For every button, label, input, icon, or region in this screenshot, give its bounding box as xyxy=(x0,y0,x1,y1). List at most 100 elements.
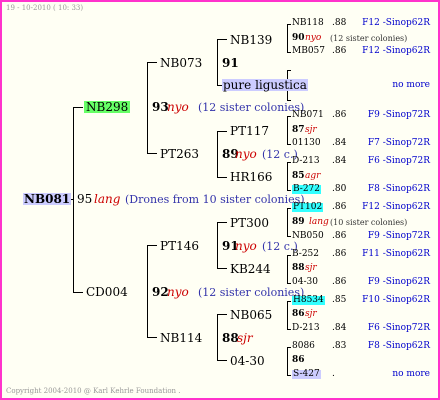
gen3-mark-4: lang xyxy=(309,217,329,227)
gen4-pedigree-link-2[interactable]: no more xyxy=(392,81,430,90)
tree-line xyxy=(217,131,218,177)
tree-line xyxy=(287,190,291,191)
tree-line xyxy=(287,52,291,53)
tree-line xyxy=(287,301,288,329)
tree-line xyxy=(287,162,291,163)
gen4-pedigree-link-9[interactable]: F11 -Sinop62R xyxy=(362,250,430,259)
tree-line xyxy=(73,107,83,108)
gen4-pedigree-link-1[interactable]: F12 -Sinop62R xyxy=(362,47,430,56)
tree-line xyxy=(287,116,291,117)
gen4-name-6[interactable]: B-272 xyxy=(292,185,321,194)
gen1-father-name[interactable]: CD004 xyxy=(86,286,128,298)
gen4-pedigree-link-4[interactable]: F7 -Sinop72R xyxy=(368,139,430,148)
gen4-year-3: .86 xyxy=(332,110,347,120)
gen2-mark-1: nyo xyxy=(235,147,257,161)
tree-line xyxy=(147,62,148,153)
gen3-year-7: 86 xyxy=(292,355,305,365)
gen4-pedigree-link-3[interactable]: F9 -Sinop72R xyxy=(368,111,430,120)
tree-line xyxy=(147,245,157,246)
gen3-year-0: 90 xyxy=(292,33,305,43)
tree-line xyxy=(287,208,291,209)
gen4-name-9[interactable]: B-252 xyxy=(292,250,319,259)
tree-line xyxy=(287,283,291,284)
tree-line xyxy=(287,255,288,283)
gen1-mother-mark: nyo xyxy=(167,100,189,114)
gen3-year-5: 88 xyxy=(292,263,305,273)
tree-line xyxy=(287,162,288,190)
gen4-year-14: . xyxy=(332,369,335,379)
gen2-name-1[interactable]: PT263 xyxy=(160,148,199,160)
gen4-pedigree-link-12[interactable]: F6 -Sinop72R xyxy=(368,324,430,333)
gen1-father-note: (12 sister colonies) xyxy=(198,286,305,299)
gen3-note-0: (12 sister colonies) xyxy=(330,34,408,43)
gen4-pedigree-link-13[interactable]: F8 -Sinop62R xyxy=(368,342,430,351)
gen4-year-10: .86 xyxy=(332,277,347,287)
gen4-pedigree-link-10[interactable]: F9 -Sinop62R xyxy=(368,278,430,287)
tree-line xyxy=(147,62,157,63)
tree-line xyxy=(287,375,291,376)
gen3-name-7[interactable]: 04-30 xyxy=(230,355,265,367)
gen3-name-2[interactable]: PT117 xyxy=(230,125,269,137)
gen0-mark: lang xyxy=(94,192,121,206)
gen4-pedigree-link-5[interactable]: F6 -Sinop72R xyxy=(368,157,430,166)
gen4-pedigree-link-14[interactable]: no more xyxy=(392,370,430,379)
tree-line xyxy=(287,347,291,348)
gen4-name-5[interactable]: D-213 xyxy=(292,157,320,166)
tree-line xyxy=(287,24,288,52)
gen4-pedigree-link-7[interactable]: F12 -Sinop62R xyxy=(362,203,430,212)
gen4-name-0[interactable]: NB118 xyxy=(292,19,324,28)
gen4-year-6: .80 xyxy=(332,184,347,194)
gen4-name-13[interactable]: 8086 xyxy=(292,342,315,351)
gen3-name-0[interactable]: NB139 xyxy=(230,34,272,46)
gen4-year-5: .84 xyxy=(332,156,347,166)
gen3-name-4[interactable]: PT300 xyxy=(230,217,269,229)
gen4-name-1[interactable]: MB057 xyxy=(292,47,325,56)
tree-line xyxy=(217,39,227,40)
gen1-mother-name[interactable]: NB298 xyxy=(84,101,131,113)
gen4-year-13: .83 xyxy=(332,341,347,351)
gen4-pedigree-link-6[interactable]: F8 -Sinop62R xyxy=(368,185,430,194)
gen4-name-10[interactable]: 04-30 xyxy=(292,278,318,287)
tree-line xyxy=(287,24,291,25)
timestamp: 19 - 10-2010 ( 10: 33) xyxy=(6,4,84,12)
gen2-mark-3: sjr xyxy=(237,331,253,345)
gen3-name-5[interactable]: KB244 xyxy=(230,263,271,275)
gen4-pedigree-link-0[interactable]: F12 -Sinop62R xyxy=(362,19,430,28)
gen1-mother-note: (12 sister colonies) xyxy=(198,101,305,114)
gen4-name-11[interactable]: H8534 xyxy=(292,296,325,305)
gen4-name-14[interactable]: S-427 xyxy=(292,370,321,379)
gen0-sister-note: (Drones from 10 sister colonies) xyxy=(125,193,305,206)
tree-line xyxy=(217,222,218,268)
gen4-name-3[interactable]: NB071 xyxy=(292,111,324,120)
gen2-year-0: 91 xyxy=(222,56,239,70)
gen4-name-4[interactable]: 01130 xyxy=(292,139,321,148)
gen3-name-1[interactable]: pure ligustica xyxy=(222,79,308,91)
gen4-year-0: .88 xyxy=(332,18,347,28)
gen2-name-3[interactable]: NB114 xyxy=(160,332,202,344)
gen0-year: 95 xyxy=(77,192,93,206)
gen4-year-4: .84 xyxy=(332,138,347,148)
gen2-name-0[interactable]: NB073 xyxy=(160,57,202,69)
gen4-year-9: .86 xyxy=(332,249,347,259)
gen3-name-3[interactable]: HR166 xyxy=(230,171,272,183)
gen3-name-6[interactable]: NB065 xyxy=(230,309,272,321)
tree-line xyxy=(287,70,291,71)
tree-line xyxy=(147,245,148,337)
tree-line xyxy=(73,292,83,293)
tree-line xyxy=(217,39,218,85)
gen0-queen-name[interactable]: NB081 xyxy=(23,193,72,205)
gen2-mark-2: nyo xyxy=(235,239,257,253)
gen4-name-8[interactable]: NB050 xyxy=(292,232,324,241)
gen4-year-11: .85 xyxy=(332,295,347,305)
gen3-mark-0: nyo xyxy=(305,33,322,43)
gen4-name-12[interactable]: D-213 xyxy=(292,324,320,333)
gen3-mark-3: agr xyxy=(305,171,321,181)
tree-line xyxy=(287,208,288,236)
tree-line xyxy=(287,329,291,330)
gen4-name-7[interactable]: PT102 xyxy=(292,203,324,212)
gen2-name-2[interactable]: PT146 xyxy=(160,240,199,252)
tree-line xyxy=(217,131,227,132)
gen4-pedigree-link-8[interactable]: F9 -Sinop72R xyxy=(368,232,430,241)
gen4-year-8: .86 xyxy=(332,231,347,241)
gen4-pedigree-link-11[interactable]: F10 -Sinop62R xyxy=(362,296,430,305)
